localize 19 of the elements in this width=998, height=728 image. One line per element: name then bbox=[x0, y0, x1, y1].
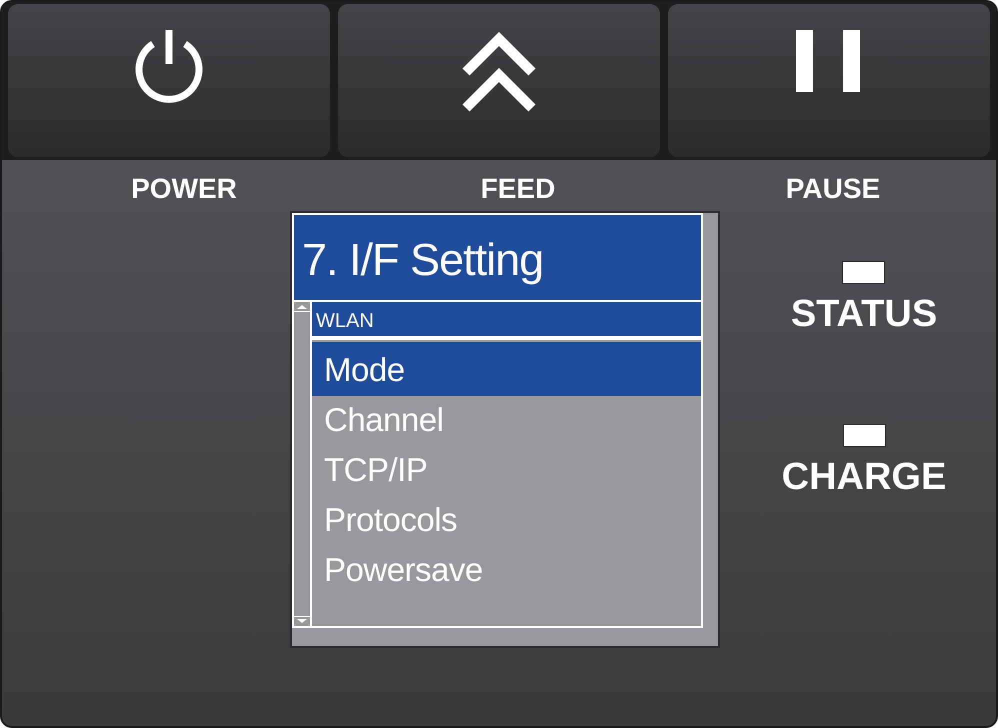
menu-title: 7. I/F Setting bbox=[302, 237, 544, 282]
indicator-label: CHARGE bbox=[782, 457, 946, 497]
feed-button[interactable] bbox=[338, 4, 660, 157]
pause-icon bbox=[796, 30, 862, 92]
menu-item[interactable]: Powersave bbox=[312, 544, 701, 594]
indicator-light-icon bbox=[842, 261, 886, 284]
menu-item[interactable]: Channel bbox=[312, 394, 701, 444]
button-label: PAUSE bbox=[786, 173, 880, 205]
menu-item[interactable]: TCP/IP bbox=[312, 444, 701, 494]
menu-item[interactable]: Protocols bbox=[312, 494, 701, 544]
button-label: FEED bbox=[480, 173, 556, 205]
menu-item[interactable]: Mode bbox=[312, 342, 701, 396]
section-title: WLAN bbox=[316, 311, 374, 331]
pause-button[interactable] bbox=[668, 4, 990, 157]
power-button[interactable] bbox=[8, 4, 330, 157]
indicator-light-icon bbox=[842, 424, 886, 447]
button-label: POWER bbox=[131, 173, 237, 205]
indicator-label: STATUS bbox=[790, 294, 938, 334]
double-chevron-up-icon bbox=[462, 30, 536, 114]
